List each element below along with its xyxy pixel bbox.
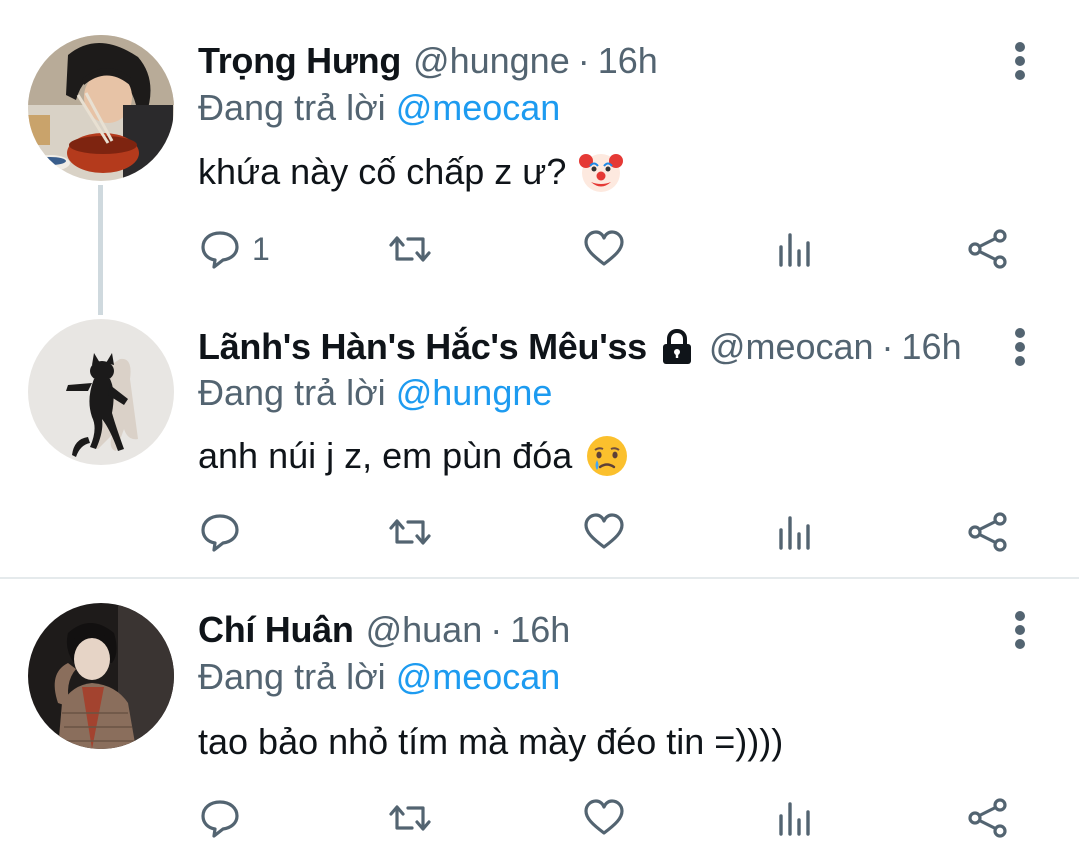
reply-button[interactable]: 1	[198, 224, 270, 274]
timestamp[interactable]: 16h	[598, 40, 658, 82]
lock-icon	[662, 328, 691, 364]
clown-face-emoji	[579, 154, 624, 192]
display-name[interactable]: Chí Huân	[198, 609, 354, 651]
tweet-text-row: khứa này cố chấp z ư?	[198, 146, 624, 198]
tweet-1[interactable]: Trọng Hưng @hungne · 16h Đang trả lời @m…	[0, 0, 1079, 315]
tweet-3[interactable]: Chí Huân @huan · 16h Đang trả lời @meoca…	[0, 579, 1079, 860]
retweet-button[interactable]	[388, 224, 432, 274]
avatar-trong-hung[interactable]	[28, 35, 174, 181]
like-button[interactable]	[582, 507, 626, 557]
views-button[interactable]	[774, 793, 818, 843]
tweet-header: Chí Huân @huan · 16h	[198, 605, 570, 655]
tweet-text: khứa này cố chấp z ư?	[198, 151, 567, 192]
more-vertical-icon[interactable]	[1004, 607, 1036, 653]
display-name[interactable]: Trọng Hưng	[198, 40, 401, 82]
share-button[interactable]	[966, 793, 1010, 843]
like-button[interactable]	[582, 224, 626, 274]
more-vertical-icon[interactable]	[1004, 324, 1036, 370]
retweet-icon	[389, 805, 431, 831]
share-button[interactable]	[966, 224, 1010, 274]
share-icon	[968, 512, 1007, 552]
analytics-icon	[779, 802, 810, 836]
separator-dot: ·	[881, 326, 894, 367]
replying-to: Đang trả lời @meocan	[198, 87, 560, 129]
tweet-header: Trọng Hưng @hungne · 16h	[198, 36, 658, 86]
reply-icon	[201, 800, 239, 838]
views-button[interactable]	[774, 224, 818, 274]
retweet-button[interactable]	[388, 507, 432, 557]
tweet-header: Lãnh's Hàn's Hắc's Mêu'ss @meocan · 16h	[198, 322, 962, 372]
share-icon	[968, 798, 1007, 838]
tweet-actions: 1	[198, 224, 1018, 274]
heart-icon	[584, 799, 624, 835]
heart-icon	[584, 513, 624, 549]
avatar-meocan[interactable]	[28, 319, 174, 465]
tweet-2[interactable]: Lãnh's Hàn's Hắc's Mêu'ss @meocan · 16h …	[0, 310, 1079, 578]
replying-to-label: Đang trả lời	[198, 656, 386, 697]
views-button[interactable]	[774, 507, 818, 557]
mention-link[interactable]: @meocan	[396, 656, 561, 697]
retweet-icon	[389, 519, 431, 545]
separator-dot: ·	[490, 609, 503, 650]
share-button[interactable]	[966, 507, 1010, 557]
timestamp[interactable]: 16h	[902, 326, 962, 368]
mention-link[interactable]: @hungne	[396, 372, 553, 413]
avatar-image	[28, 35, 174, 181]
user-handle[interactable]: @huan	[366, 609, 483, 651]
tweet-text-row: tao bảo nhỏ tím mà mày đéo tin =))))	[198, 716, 783, 768]
user-handle[interactable]: @hungne	[413, 40, 570, 82]
reply-count: 1	[252, 230, 270, 267]
separator-dot: ·	[577, 40, 590, 81]
retweet-icon	[389, 236, 431, 262]
reply-button[interactable]	[198, 793, 252, 843]
crying-face-emoji	[587, 436, 628, 476]
reply-icon	[201, 231, 239, 269]
avatar-chi-huan[interactable]	[28, 603, 174, 749]
tweet-text-row: anh núi j z, em pùn đóa	[198, 430, 630, 482]
share-icon	[968, 229, 1007, 269]
tweet-text: anh núi j z, em pùn đóa	[198, 435, 573, 476]
replying-to-label: Đang trả lời	[198, 87, 386, 128]
tweet-text: tao bảo nhỏ tím mà mày đéo tin =))))	[198, 721, 784, 762]
replying-to: Đang trả lời @hungne	[198, 372, 552, 414]
analytics-icon	[779, 516, 810, 550]
reply-button[interactable]	[198, 507, 252, 557]
more-vertical-icon[interactable]	[1004, 38, 1036, 84]
avatar-image	[28, 603, 174, 749]
reply-icon	[201, 514, 239, 552]
analytics-icon	[779, 233, 810, 267]
user-handle[interactable]: @meocan	[709, 326, 874, 368]
timestamp[interactable]: 16h	[510, 609, 570, 651]
display-name[interactable]: Lãnh's Hàn's Hắc's Mêu'ss	[198, 326, 647, 368]
heart-icon	[584, 230, 624, 266]
tweet-actions	[198, 507, 1018, 557]
replying-to-label: Đang trả lời	[198, 372, 386, 413]
avatar-image	[28, 319, 174, 465]
mention-link[interactable]: @meocan	[396, 87, 561, 128]
retweet-button[interactable]	[388, 793, 432, 843]
tweet-actions	[198, 793, 1018, 843]
like-button[interactable]	[582, 793, 626, 843]
replying-to: Đang trả lời @meocan	[198, 656, 560, 698]
thread-line	[98, 185, 103, 315]
